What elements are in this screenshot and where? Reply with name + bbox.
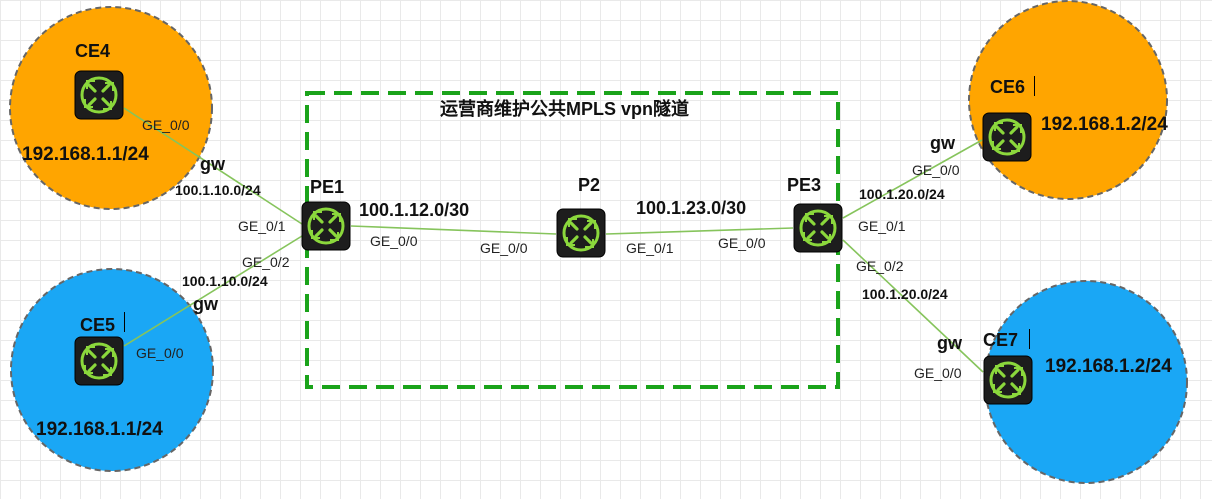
site-ce6-area: [968, 0, 1168, 200]
router-p2[interactable]: [556, 208, 606, 258]
router-icon: [982, 112, 1032, 162]
link-p2-pe3[interactable]: [605, 227, 794, 235]
tunnel-title: 运营商维护公共MPLS vpn隧道: [440, 99, 690, 119]
gateway-label-ce7: gw: [937, 333, 962, 353]
port-p2-pe1: GE_0/0: [480, 240, 528, 256]
gateway-label-ce4: gw: [200, 154, 225, 174]
port-ce6: GE_0/0: [912, 162, 960, 178]
text-caret: [1034, 76, 1035, 96]
port-pe1-ce5: GE_0/2: [242, 254, 290, 270]
port-pe3-ce7: GE_0/2: [856, 258, 904, 274]
network-p2-pe3: 100.1.23.0/30: [636, 198, 747, 218]
text-caret: [124, 312, 125, 332]
node-label-pe1: PE1: [310, 177, 345, 197]
port-pe1-p2: GE_0/0: [370, 233, 418, 249]
node-label-ce5: CE5: [80, 315, 116, 335]
host-ip-ce6: 192.168.1.2/24: [1041, 114, 1168, 135]
node-label-p2: P2: [578, 175, 601, 195]
host-ip-ce5: 192.168.1.1/24: [36, 419, 163, 440]
port-pe3-ce6: GE_0/1: [858, 218, 906, 234]
port-ce7: GE_0/0: [914, 365, 962, 381]
host-ip-ce7: 192.168.1.2/24: [1045, 356, 1172, 377]
network-pe3-ce6: 100.1.20.0/24: [859, 186, 945, 202]
router-pe3[interactable]: [793, 203, 843, 253]
router-ce6[interactable]: [982, 112, 1032, 162]
router-ce5[interactable]: [74, 336, 124, 386]
topology-canvas: [9, 0, 1188, 484]
node-label-ce4: CE4: [75, 41, 111, 61]
router-icon: [74, 336, 124, 386]
router-ce7[interactable]: [983, 355, 1033, 405]
port-ce4: GE_0/0: [142, 117, 190, 133]
router-ce4[interactable]: [74, 70, 124, 120]
network-pe3-ce7: 100.1.20.0/24: [862, 286, 948, 302]
text-caret: [1029, 329, 1030, 349]
port-pe1-ce4: GE_0/1: [238, 218, 286, 234]
port-pe3-p2: GE_0/0: [718, 235, 766, 251]
router-icon: [793, 203, 843, 253]
link-pe3-ce6[interactable]: [842, 139, 983, 219]
network-pe1-p2: 100.1.12.0/30: [359, 200, 470, 220]
router-icon: [983, 355, 1033, 405]
node-label-pe3: PE3: [787, 175, 822, 195]
router-icon: [301, 201, 351, 251]
node-label-ce7: CE7: [983, 330, 1019, 350]
host-ip-ce4: 192.168.1.1/24: [22, 144, 149, 165]
router-icon: [74, 70, 124, 120]
gateway-label-ce6: gw: [930, 133, 955, 153]
port-p2-pe3: GE_0/1: [626, 240, 674, 256]
router-pe1[interactable]: [301, 201, 351, 251]
router-icon: [556, 208, 606, 258]
gateway-label-ce5: gw: [193, 294, 218, 314]
network-ce5-pe1: 100.1.10.0/24: [182, 273, 268, 289]
node-label-ce6: CE6: [990, 77, 1026, 97]
network-ce4-pe1: 100.1.10.0/24: [175, 182, 261, 198]
port-ce5: GE_0/0: [136, 345, 184, 361]
